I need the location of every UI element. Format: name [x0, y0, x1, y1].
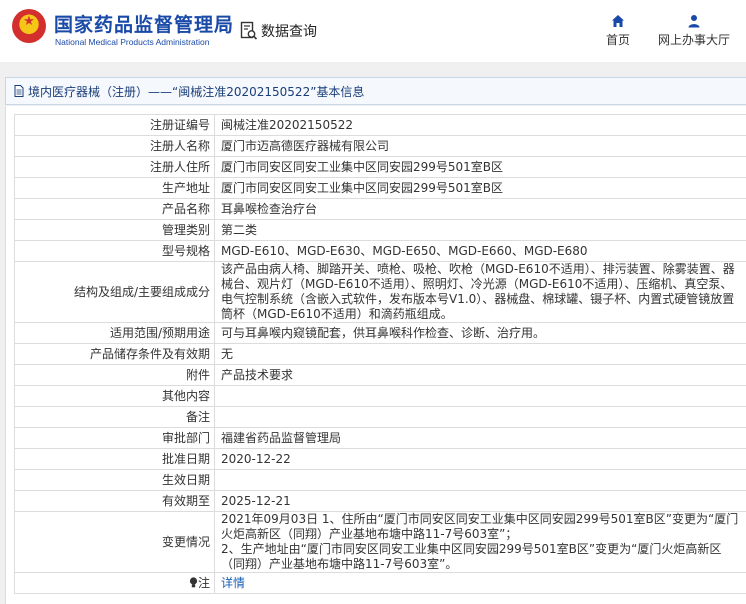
table-row: 结构及组成/主要组成成分 该产品由病人椅、脚踏开关、喷枪、吸枪、吹枪（MGD-E…: [14, 261, 746, 323]
field-label: 注册证编号: [14, 114, 215, 136]
note-label: 注: [197, 575, 210, 590]
page-title-bar: 境内医疗器械（注册）——“闽械注准20202150522”基本信息: [5, 77, 746, 105]
table-row: 注册证编号 闽械注准20202150522: [14, 114, 746, 136]
document-icon: [14, 85, 24, 97]
field-value: 厦门市同安区同安工业集中区同安园299号501室B区: [214, 177, 746, 199]
table-row: 备注: [14, 406, 746, 428]
logo-title-cn[interactable]: 国家药品监督管理局: [54, 10, 234, 37]
document-search-icon: [240, 21, 258, 40]
table-row: 管理类别 第二类: [14, 219, 746, 241]
table-row: 有效期至 2025-12-21: [14, 490, 746, 512]
field-value: 2020-12-22: [214, 448, 746, 470]
table-row: 型号规格 MGD-E610、MGD-E630、MGD-E650、MGD-E660…: [14, 240, 746, 262]
table-row: 变更情况 2021年09月03日 1、住所由“厦门市同安区同安工业集中区同安园2…: [14, 511, 746, 573]
detail-panel: 注册证编号 闽械注准20202150522 注册人名称 厦门市迈高德医疗器械有限…: [5, 106, 746, 604]
field-value: 该产品由病人椅、脚踏开关、喷枪、吸枪、吹枪（MGD-E610不适用）、排污装置、…: [214, 261, 746, 323]
table-row: 适用范围/预期用途 可与耳鼻喉内窥镜配套，供耳鼻喉科作检查、诊断、治疗用。: [14, 322, 746, 344]
nav-home-button[interactable]: 首页: [600, 14, 636, 48]
page-title: 境内医疗器械（注册）——“闽械注准20202150522”基本信息: [28, 84, 365, 99]
table-row: 产品名称 耳鼻喉检查治疗台: [14, 198, 746, 220]
field-value: 2021年09月03日 1、住所由“厦门市同安区同安工业集中区同安园299号50…: [214, 511, 746, 573]
field-label: 其他内容: [14, 385, 215, 407]
table-row: 审批部门 福建省药品监督管理局: [14, 427, 746, 449]
user-icon: [688, 15, 700, 28]
table-row: 注 详情: [14, 572, 746, 594]
table-row: 其他内容: [14, 385, 746, 407]
field-label: 适用范围/预期用途: [14, 322, 215, 344]
field-label: 生产地址: [14, 177, 215, 199]
field-label: 产品名称: [14, 198, 215, 220]
field-value: 2025-12-21: [214, 490, 746, 512]
field-value: 第二类: [214, 219, 746, 241]
field-label: 管理类别: [14, 219, 215, 241]
table-row: 产品储存条件及有效期 无: [14, 343, 746, 365]
table-row: 生产地址 厦门市同安区同安工业集中区同安园299号501室B区: [14, 177, 746, 199]
field-value: MGD-E610、MGD-E630、MGD-E650、MGD-E660、MGD-…: [214, 240, 746, 262]
field-label: 注册人名称: [14, 135, 215, 157]
field-label: 附件: [14, 364, 215, 386]
field-label: 产品储存条件及有效期: [14, 343, 215, 365]
field-label: 批准日期: [14, 448, 215, 470]
nav-online-office-button[interactable]: 网上办事大厅: [655, 14, 733, 48]
field-value: [214, 406, 746, 428]
details-link[interactable]: 详情: [221, 576, 245, 590]
national-emblem-icon[interactable]: ★: [12, 9, 46, 43]
field-label: 变更情况: [14, 511, 215, 573]
table-row: 批准日期 2020-12-22: [14, 448, 746, 470]
field-value: 福建省药品监督管理局: [214, 427, 746, 449]
field-value: 无: [214, 343, 746, 365]
field-value: 厦门市迈高德医疗器械有限公司: [214, 135, 746, 157]
field-value: 产品技术要求: [214, 364, 746, 386]
field-value: 耳鼻喉检查治疗台: [214, 198, 746, 220]
note-label-cell: 注: [14, 572, 215, 594]
table-row: 注册人名称 厦门市迈高德医疗器械有限公司: [14, 135, 746, 157]
data-query-label: 数据查询: [261, 24, 317, 40]
field-value: [214, 385, 746, 407]
table-row: 注册人住所 厦门市同安区同安工业集中区同安园299号501室B区: [14, 156, 746, 178]
field-label: 结构及组成/主要组成成分: [14, 261, 215, 323]
logo-title-en[interactable]: National Medical Products Administration: [55, 37, 210, 47]
home-icon: [612, 15, 624, 27]
data-query-button[interactable]: 数据查询: [240, 20, 317, 42]
field-value: 可与耳鼻喉内窥镜配套，供耳鼻喉科作检查、诊断、治疗用。: [214, 322, 746, 344]
field-label: 有效期至: [14, 490, 215, 512]
table-row: 生效日期: [14, 469, 746, 491]
nav-home-label: 首页: [605, 33, 630, 47]
note-value-cell: 详情: [214, 572, 746, 594]
field-label: 备注: [14, 406, 215, 428]
field-value: [214, 469, 746, 491]
field-label: 型号规格: [14, 240, 215, 262]
field-label: 生效日期: [14, 469, 215, 491]
nav-online-office-label: 网上办事大厅: [657, 33, 730, 47]
field-value: 厦门市同安区同安工业集中区同安园299号501室B区: [214, 156, 746, 178]
table-row: 附件 产品技术要求: [14, 364, 746, 386]
bulb-icon: [189, 576, 198, 587]
field-value: 闽械注准20202150522: [214, 114, 746, 136]
field-label: 注册人住所: [14, 156, 215, 178]
detail-table: 注册证编号 闽械注准20202150522 注册人名称 厦门市迈高德医疗器械有限…: [14, 114, 746, 594]
site-header: ★ 国家药品监督管理局 National Medical Products Ad…: [0, 0, 746, 62]
field-label: 审批部门: [14, 427, 215, 449]
